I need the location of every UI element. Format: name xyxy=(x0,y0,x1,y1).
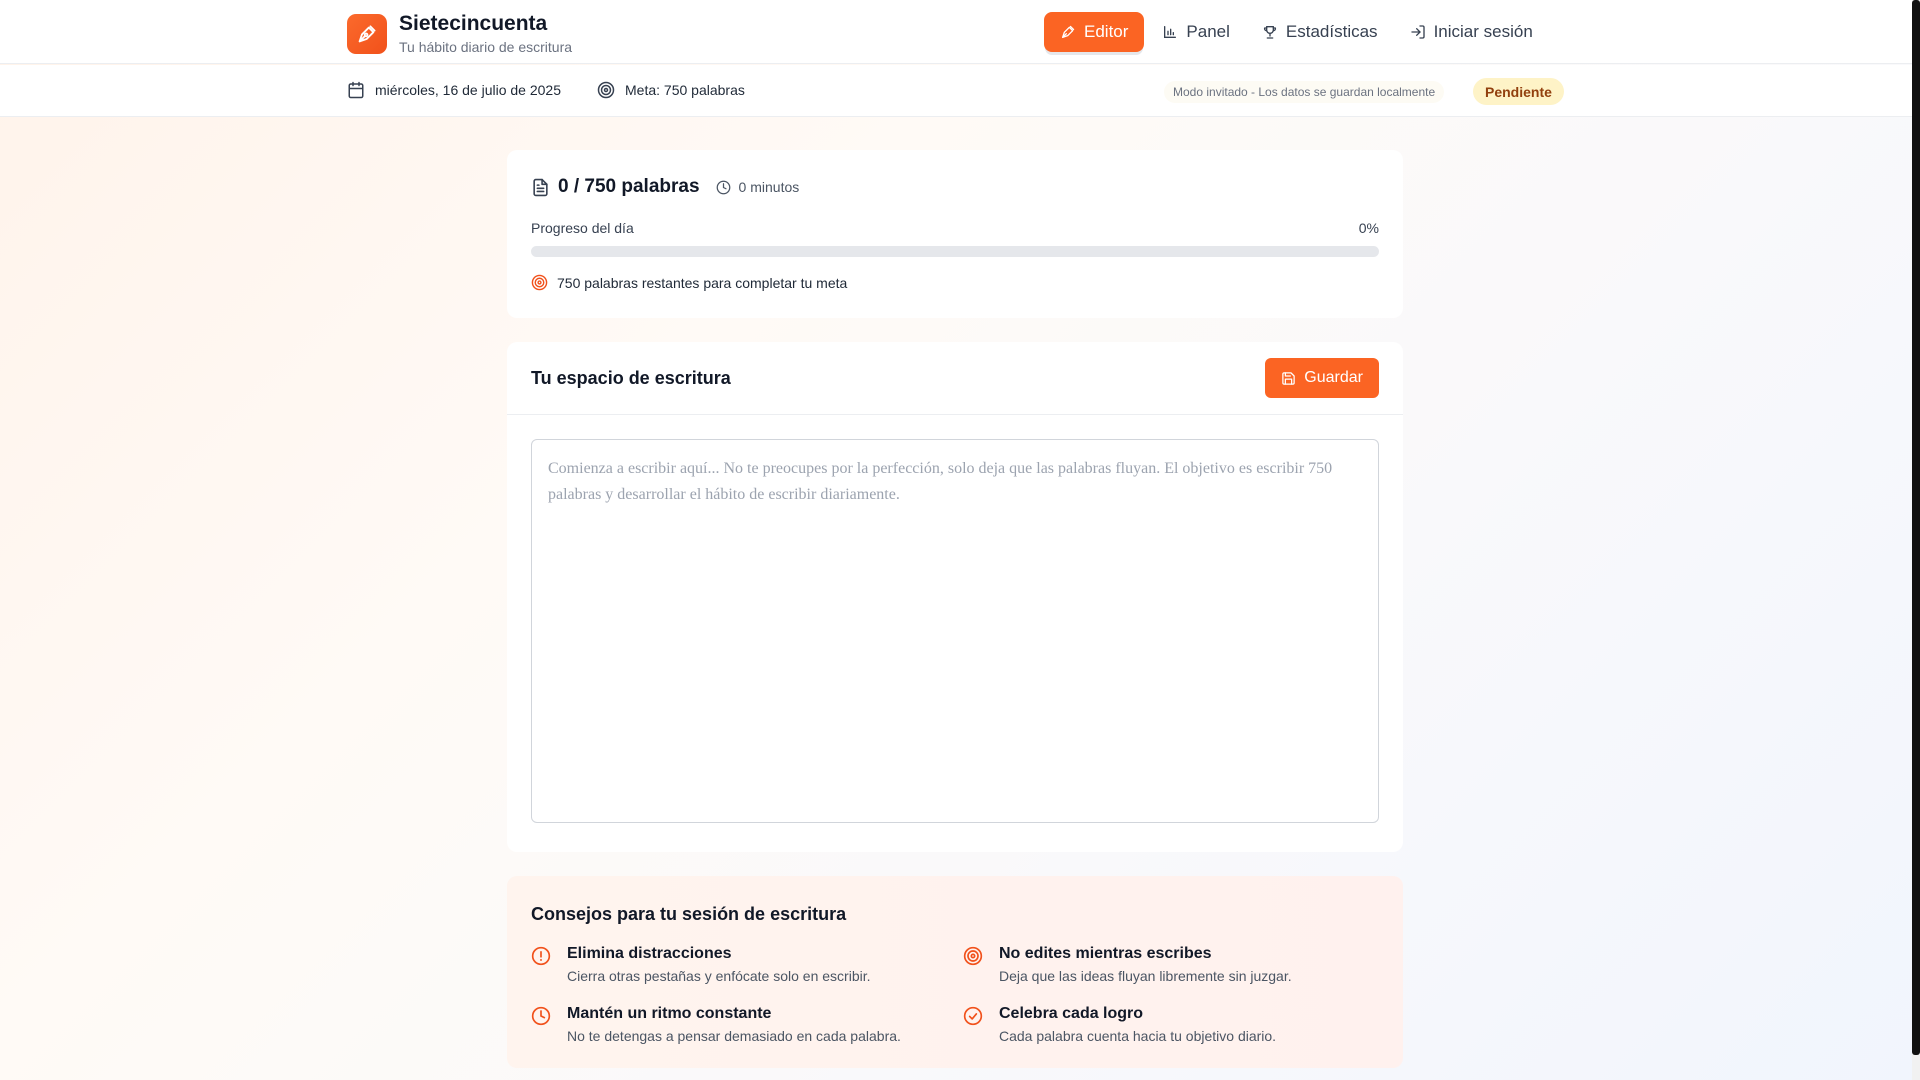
tip-item: Elimina distracciones Cierra otras pesta… xyxy=(531,944,871,985)
tip-item: Celebra cada logro Cada palabra cuenta h… xyxy=(963,1004,1276,1045)
top-header: Sietecincuenta Tu hábito diario de escri… xyxy=(0,0,1912,64)
status-badge: Pendiente xyxy=(1473,78,1564,105)
calendar-icon xyxy=(348,81,364,99)
check-circle-icon xyxy=(963,1006,983,1026)
trophy-icon xyxy=(1263,26,1276,39)
clock-icon xyxy=(716,180,730,194)
nav-statistics-label: Estadísticas xyxy=(1285,22,1378,41)
nav-login-label: Iniciar sesión xyxy=(1433,22,1533,41)
pen-icon xyxy=(1062,25,1075,38)
page-scrollbar-thumb[interactable] xyxy=(1912,0,1920,1055)
brand[interactable]: Sietecincuenta Tu hábito diario de escri… xyxy=(347,12,572,56)
time-spent: 0 minutos xyxy=(716,179,800,195)
date-display: miércoles, 16 de julio de 2025 xyxy=(347,81,561,99)
daily-goal: Meta: 750 palabras xyxy=(625,82,745,98)
tip-title: Celebra cada logro xyxy=(999,1005,1144,1022)
tips-card: Consejos para tu sesión de escritura Eli… xyxy=(507,876,1403,1068)
word-count: 0 / 750 palabras xyxy=(558,176,700,197)
tip-description: Cada palabra cuenta hacia tu objetivo di… xyxy=(999,1028,1277,1044)
save-button-label: Guardar xyxy=(1304,369,1363,386)
tip-item: No edites mientras escribes Deja que las… xyxy=(963,944,1292,985)
clock-icon xyxy=(531,1006,551,1026)
tip-title: No edites mientras escribes xyxy=(999,945,1212,962)
tip-description: No te detengas a pensar demasiado en cad… xyxy=(567,1028,901,1044)
tip-item: Mantén un ritmo constante No te detengas… xyxy=(531,1004,901,1045)
target-icon xyxy=(531,274,548,291)
tip-title: Elimina distracciones xyxy=(567,945,732,962)
page-scrollbar-track[interactable] xyxy=(1912,0,1920,1080)
editor-title: Tu espacio de escritura xyxy=(531,368,731,388)
progress-percent: 0% xyxy=(1358,220,1379,236)
guest-mode-note: Modo invitado - Los datos se guardan loc… xyxy=(1164,81,1445,103)
document-icon xyxy=(533,178,548,196)
target-icon xyxy=(963,946,983,966)
nav-editor-label: Editor xyxy=(1084,22,1129,41)
remaining-words: 750 palabras restantes para completar tu… xyxy=(531,274,847,291)
progress-card: 0 / 750 palabras 0 minutos Progreso del … xyxy=(507,150,1403,318)
progress-label: Progreso del día xyxy=(531,220,634,236)
nav-statistics[interactable]: Estadísticas xyxy=(1248,12,1392,52)
logo-pen-icon xyxy=(347,14,387,54)
writing-textarea[interactable] xyxy=(531,439,1379,823)
remaining-words-text: 750 palabras restantes para completar tu… xyxy=(557,274,848,291)
nav-editor[interactable]: Editor xyxy=(1044,12,1145,52)
app-subtitle: Tu hábito diario de escritura xyxy=(399,39,573,55)
progress-bar xyxy=(531,246,1379,257)
save-button[interactable]: Guardar xyxy=(1265,358,1379,398)
nav-panel-label: Panel xyxy=(1186,22,1230,41)
nav-login[interactable]: Iniciar sesión xyxy=(1396,12,1547,52)
tip-title: Mantén un ritmo constante xyxy=(567,1005,772,1022)
login-icon xyxy=(1410,25,1425,39)
nav-panel[interactable]: Panel xyxy=(1148,12,1243,52)
alert-circle-icon xyxy=(531,946,551,966)
app-title: Sietecincuenta xyxy=(399,12,548,35)
bar-chart-icon xyxy=(1164,26,1177,38)
save-icon xyxy=(1282,371,1296,385)
session-bar: miércoles, 16 de julio de 2025 Meta: 750… xyxy=(0,65,1912,117)
time-spent-value: 0 minutos xyxy=(738,179,800,195)
editor-card: Tu espacio de escritura Guardar xyxy=(507,342,1403,852)
tips-title: Consejos para tu sesión de escritura xyxy=(531,904,847,924)
goal-display: Meta: 750 palabras xyxy=(597,81,745,99)
main-nav: Editor Panel Estadísticas Iniciar sesión xyxy=(1044,12,1551,52)
tip-description: Cierra otras pestañas y enfócate solo en… xyxy=(567,968,871,984)
editor-header: Tu espacio de escritura Guardar xyxy=(507,342,1403,415)
tip-description: Deja que las ideas fluyan libremente sin… xyxy=(999,968,1292,984)
target-icon xyxy=(597,81,615,99)
current-date: miércoles, 16 de julio de 2025 xyxy=(375,82,562,98)
